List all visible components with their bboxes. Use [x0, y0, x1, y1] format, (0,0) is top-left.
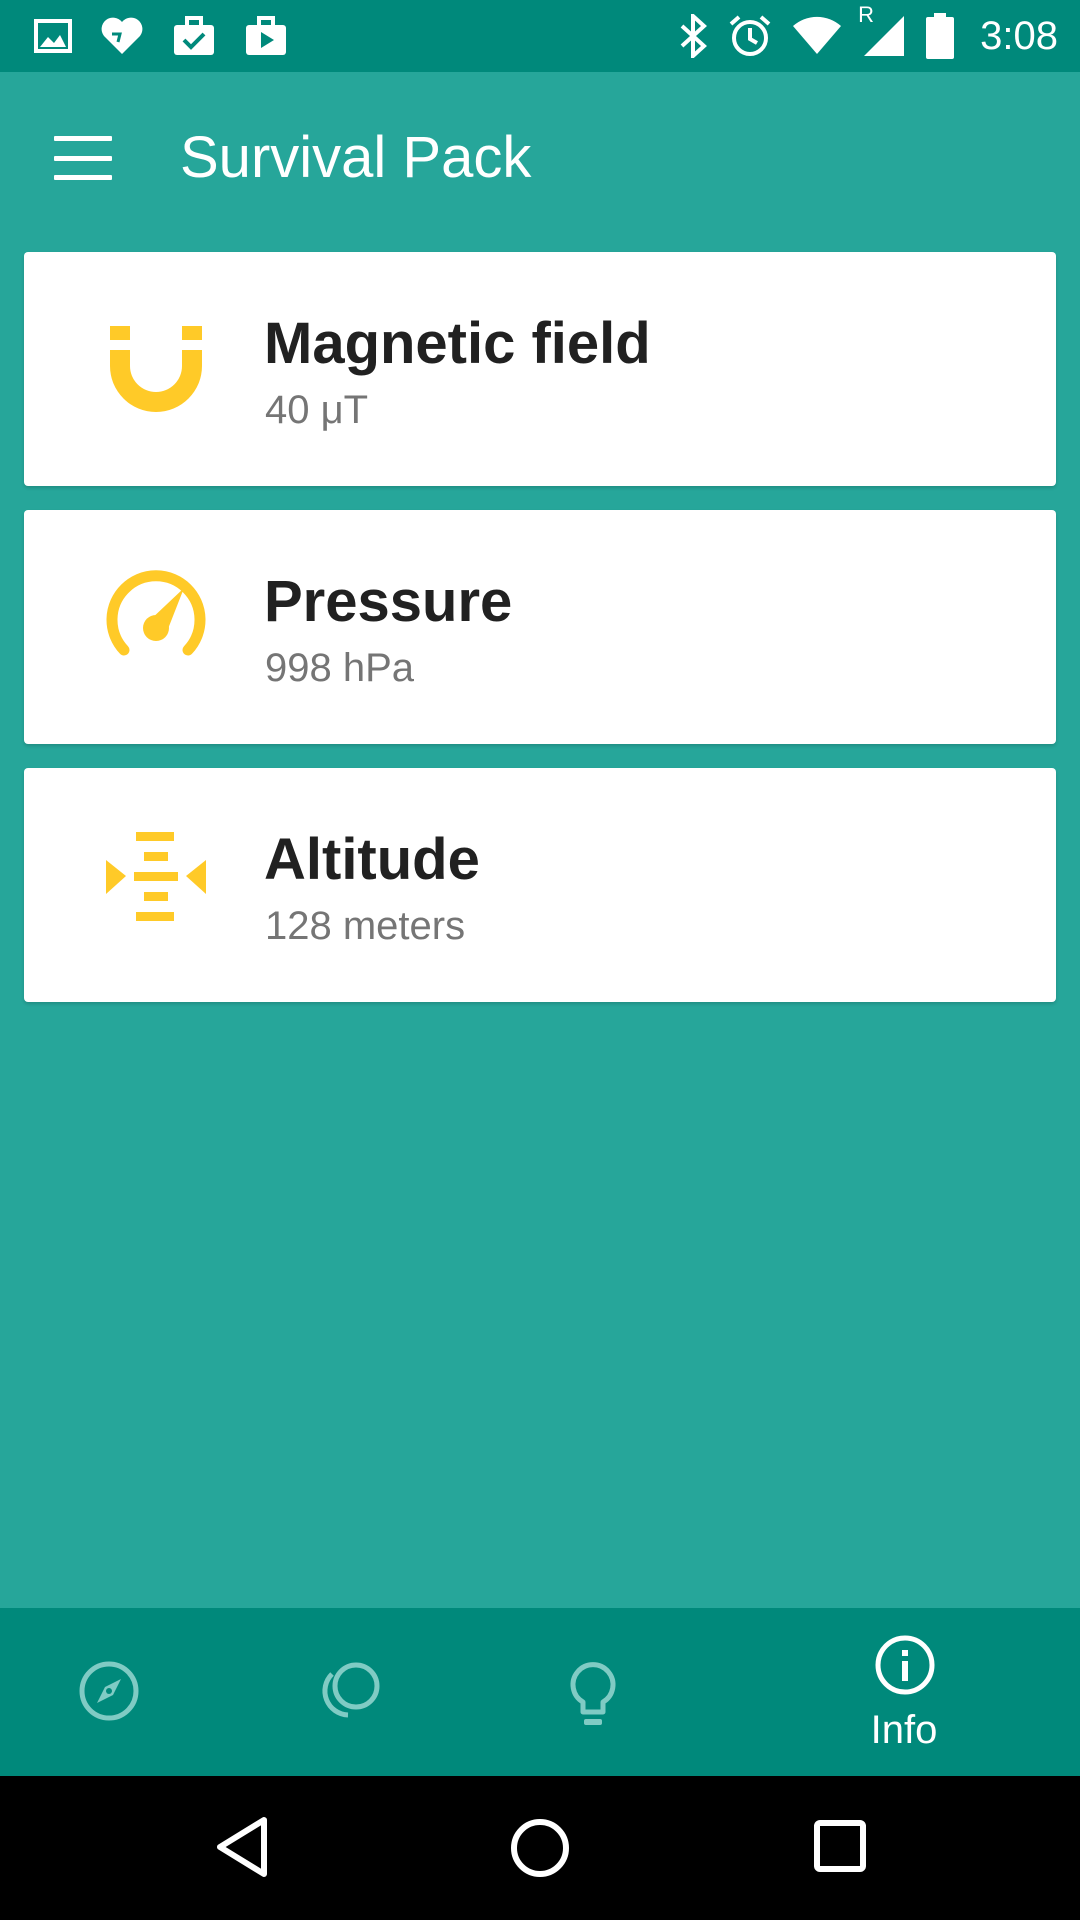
nav-item-compass[interactable]	[40, 1608, 176, 1776]
home-icon[interactable]	[510, 1818, 570, 1878]
image-icon	[34, 19, 72, 53]
sensor-value: 128 meters	[265, 904, 466, 948]
heart-icon	[100, 16, 144, 56]
sensor-value: 40 μT	[265, 388, 369, 432]
recents-icon[interactable]	[814, 1820, 866, 1872]
sensor-card-pressure[interactable]: Pressure 998 hPa	[24, 510, 1056, 744]
roaming-label: R	[858, 2, 875, 27]
wifi-icon	[792, 16, 842, 56]
compass-icon	[79, 1661, 139, 1721]
alarm-icon	[728, 14, 772, 58]
app-bar: Survival Pack	[0, 72, 1080, 244]
nav-label: Info	[870, 1708, 938, 1752]
magnet-icon	[110, 326, 202, 412]
nav-item-circles[interactable]	[282, 1608, 418, 1776]
altitude-icon	[106, 832, 206, 921]
sensor-card-altitude[interactable]: Altitude 128 meters	[24, 768, 1056, 1002]
sensor-title: Altitude	[264, 827, 480, 892]
status-notifications	[34, 16, 316, 56]
sensor-value: 998 hPa	[265, 646, 415, 690]
nav-item-lightbulb[interactable]	[526, 1608, 662, 1776]
page-title: Survival Pack	[180, 125, 532, 190]
gauge-icon	[106, 570, 206, 656]
sensor-title: Pressure	[264, 569, 513, 634]
battery-icon	[926, 13, 955, 59]
circles-icon	[322, 1662, 380, 1718]
bottom-navigation: Info	[0, 1608, 1080, 1776]
sensor-title: Magnetic field	[264, 311, 651, 376]
nav-item-info[interactable]: Info	[824, 1608, 984, 1776]
sensor-card-magnetic-field[interactable]: Magnetic field 40 μT	[24, 252, 1056, 486]
system-navigation-bar	[0, 1776, 1080, 1920]
signal-icon: R	[858, 2, 906, 58]
status-system-icons: R 3:08	[658, 2, 1058, 59]
briefcase-check-icon	[172, 16, 216, 56]
status-time: 3:08	[980, 13, 1058, 58]
hamburger-menu-icon[interactable]	[54, 136, 112, 180]
info-icon	[875, 1635, 935, 1695]
briefcase-play-icon	[244, 16, 288, 56]
bluetooth-icon	[678, 14, 708, 58]
back-icon[interactable]	[214, 1816, 270, 1878]
lightbulb-icon	[570, 1662, 616, 1725]
status-bar: R 3:08	[0, 0, 1080, 72]
